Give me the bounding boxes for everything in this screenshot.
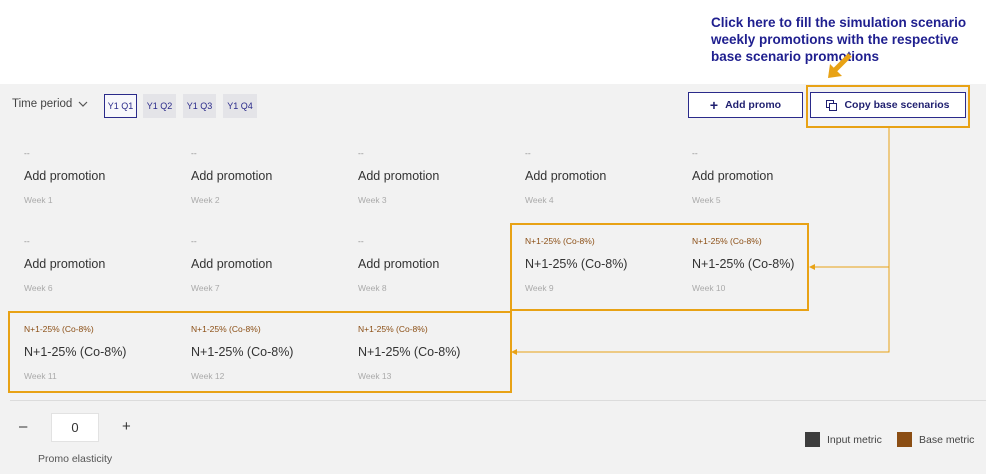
elasticity-decrement-button[interactable]: – [19,418,27,435]
week-cell[interactable]: -- Add promotion Week 5 [692,148,852,205]
base-value: N+1-25% (Co-8%) [525,236,595,246]
week-cell[interactable]: -- Add promotion Week 6 [24,236,184,293]
base-metric-swatch [897,432,912,447]
legend-base-label: Base metric [919,433,975,446]
week-label: Week 3 [358,195,387,205]
week-label: Week 10 [692,283,726,293]
week-cell[interactable]: N+1-25% (Co-8%) N+1-25% (Co-8%) Week 11 [24,324,184,381]
base-value: N+1-25% (Co-8%) [692,236,762,246]
promotion-value[interactable]: N+1-25% (Co-8%) [358,345,518,360]
week-cell[interactable]: -- Add promotion Week 8 [358,236,518,293]
base-value: -- [525,148,531,158]
week-label: Week 11 [24,371,57,381]
week-cell[interactable]: -- Add promotion Week 3 [358,148,518,205]
base-value: N+1-25% (Co-8%) [358,324,428,334]
week-cell[interactable]: -- Add promotion Week 4 [525,148,685,205]
week-label: Week 12 [191,371,225,381]
input-metric-swatch [805,432,820,447]
promotion-value[interactable]: N+1-25% (Co-8%) [24,345,184,360]
base-value: -- [24,148,30,158]
base-value: -- [191,236,197,246]
legend-input-label: Input metric [827,433,882,446]
base-value: -- [692,148,698,158]
week-label: Week 1 [24,195,53,205]
base-value: -- [358,148,364,158]
elasticity-increment-button[interactable]: + [122,418,131,435]
elasticity-label: Promo elasticity [38,453,113,465]
week-label: Week 2 [191,195,220,205]
divider [10,400,986,401]
promotion-value[interactable]: N+1-25% (Co-8%) [191,345,351,360]
week-cell[interactable]: -- Add promotion Week 1 [24,148,184,205]
week-cell[interactable]: N+1-25% (Co-8%) N+1-25% (Co-8%) Week 13 [358,324,518,381]
week-cell[interactable]: -- Add promotion Week 2 [191,148,351,205]
add-promotion-link[interactable]: Add promotion [191,169,351,184]
base-value: -- [358,236,364,246]
add-promotion-link[interactable]: Add promotion [358,169,518,184]
add-promotion-link[interactable]: Add promotion [358,257,518,272]
base-value: -- [191,148,197,158]
week-label: Week 6 [24,283,53,293]
week-label: Week 4 [525,195,554,205]
legend-input-metric: Input metric [805,432,882,447]
base-value: N+1-25% (Co-8%) [24,324,94,334]
week-label: Week 9 [525,283,554,293]
week-cell[interactable]: N+1-25% (Co-8%) N+1-25% (Co-8%) Week 10 [692,236,852,293]
add-promotion-link[interactable]: Add promotion [692,169,852,184]
add-promotion-link[interactable]: Add promotion [24,257,184,272]
legend-base-metric: Base metric [897,432,974,447]
base-value: -- [24,236,30,246]
week-cell[interactable]: N+1-25% (Co-8%) N+1-25% (Co-8%) Week 12 [191,324,351,381]
promotion-value[interactable]: N+1-25% (Co-8%) [692,257,852,272]
elasticity-input[interactable]: 0 [51,413,99,442]
promotion-value[interactable]: N+1-25% (Co-8%) [525,257,685,272]
week-label: Week 7 [191,283,220,293]
add-promotion-link[interactable]: Add promotion [191,257,351,272]
week-label: Week 5 [692,195,721,205]
add-promotion-link[interactable]: Add promotion [24,169,184,184]
week-cell[interactable]: -- Add promotion Week 7 [191,236,351,293]
week-cell[interactable]: N+1-25% (Co-8%) N+1-25% (Co-8%) Week 9 [525,236,685,293]
week-label: Week 13 [358,371,392,381]
base-value: N+1-25% (Co-8%) [191,324,261,334]
add-promotion-link[interactable]: Add promotion [525,169,685,184]
week-label: Week 8 [358,283,387,293]
